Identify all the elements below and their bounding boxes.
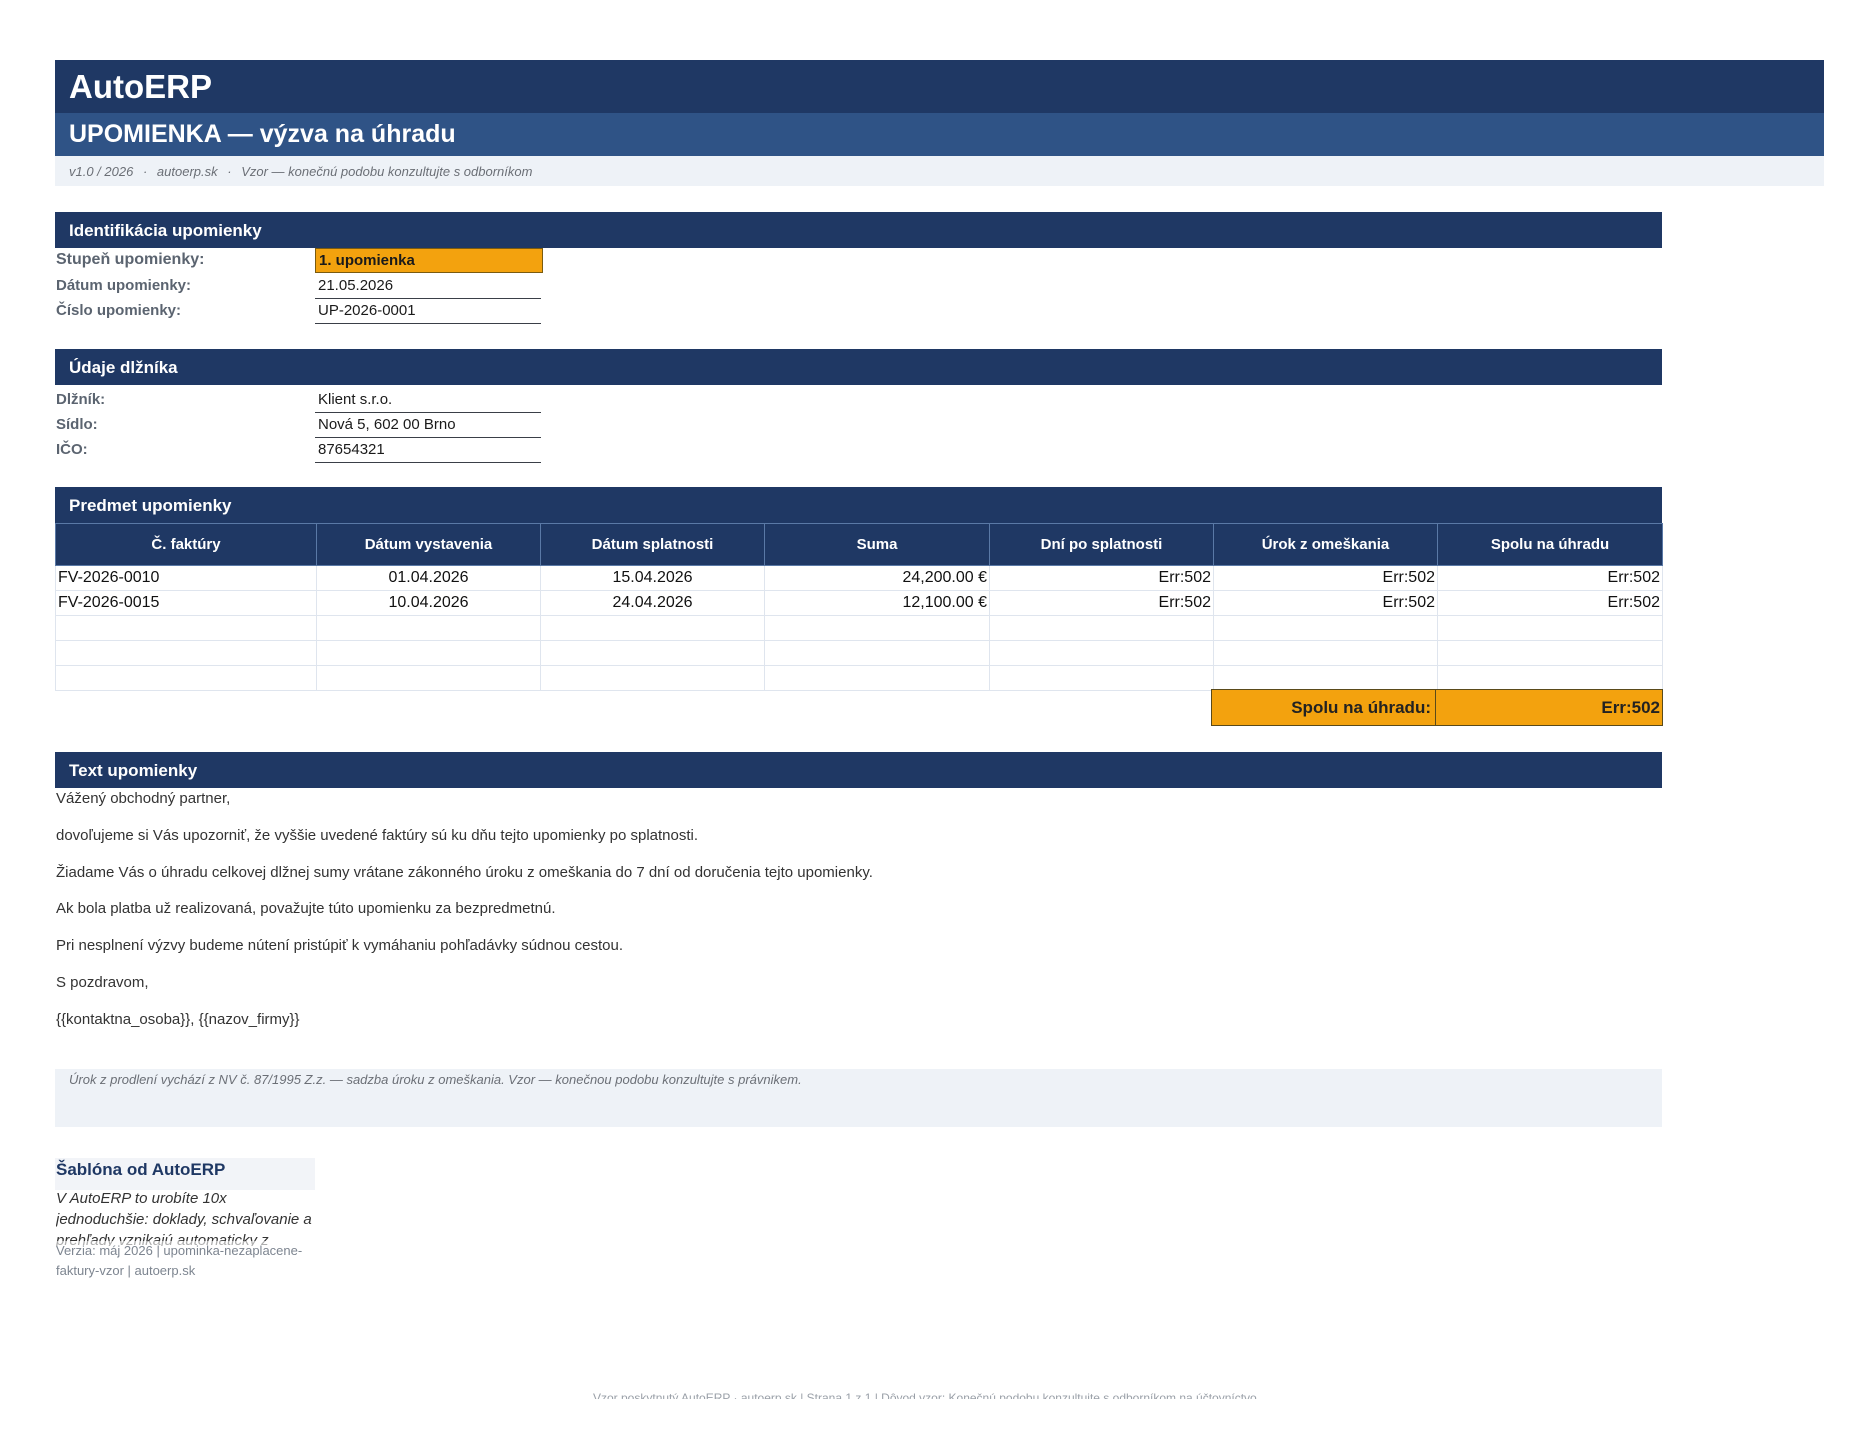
letter-paragraph: Ak bola platba už realizovaná, považujte… [56, 900, 556, 917]
table-cell[interactable]: FV-2026-0015 [55, 590, 317, 616]
table-cell[interactable]: 24.04.2026 [540, 590, 765, 616]
section-title: Identifikácia upomienky [69, 221, 262, 240]
section-title: Predmet upomienky [69, 496, 232, 515]
table-cell[interactable] [55, 640, 317, 666]
section-title: Údaje dlžníka [69, 358, 178, 377]
page-footer: Vzor poskytnutý AutoERP · autoerp.sk | S… [593, 1391, 1261, 1399]
table-cell[interactable]: Err:502 [989, 590, 1214, 616]
table-cell[interactable] [55, 615, 317, 641]
letter-paragraph: dovoľujeme si Vás upozorniť, že vyššie u… [56, 827, 699, 844]
column-header-interest: Úrok z omeškania [1213, 523, 1438, 566]
legal-note: Úrok z prodlení vychází z NV č. 87/1995 … [55, 1069, 1662, 1127]
field-label-level: Stupeň upomienky: [56, 251, 205, 268]
debtor-name-field[interactable]: Klient s.r.o. [315, 388, 541, 413]
section-header-letter: Text upomienky [55, 752, 1662, 788]
table-cell[interactable] [989, 615, 1214, 641]
table-cell[interactable]: 15.04.2026 [540, 565, 765, 591]
table-cell[interactable] [1213, 615, 1438, 641]
table-cell[interactable]: Err:502 [1437, 590, 1663, 616]
section-header-debtor: Údaje dlžníka [55, 349, 1662, 385]
column-header-issue-date: Dátum vystavenia [316, 523, 541, 566]
table-cell[interactable] [989, 640, 1214, 666]
letter-paragraph: S pozdravom, [56, 974, 149, 991]
table-cell[interactable] [764, 615, 990, 641]
table-row: FV-2026-0010 01.04.2026 15.04.2026 24,20… [55, 565, 1663, 591]
reminder-date-field[interactable]: 21.05.2026 [315, 274, 541, 299]
table-cell[interactable] [540, 615, 765, 641]
table-cell[interactable] [1213, 665, 1438, 691]
table-cell[interactable] [1437, 615, 1663, 641]
table-cell[interactable] [540, 665, 765, 691]
table-row-empty [55, 665, 1663, 691]
letter-paragraph: Vážený obchodný partner, [56, 790, 231, 807]
version-info: Verzia: máj 2026 | upominka-nezaplacene-… [56, 1241, 316, 1281]
reminder-level-field[interactable]: 1. upomienka [315, 248, 543, 273]
section-header-identification: Identifikácia upomienky [55, 212, 1662, 248]
table-cell[interactable]: 01.04.2026 [316, 565, 541, 591]
column-header-days-overdue: Dní po splatnosti [989, 523, 1214, 566]
table-cell[interactable] [55, 665, 317, 691]
table-row-empty [55, 615, 1663, 641]
disclaimer-text: Vzor — konečnú podobu konzultujte s odbo… [241, 164, 533, 179]
table-cell[interactable]: 10.04.2026 [316, 590, 541, 616]
column-header-total: Spolu na úhradu [1437, 523, 1663, 566]
table-row-empty [55, 640, 1663, 666]
table-cell[interactable]: Err:502 [989, 565, 1214, 591]
table-cell[interactable]: Err:502 [1213, 590, 1438, 616]
table-cell[interactable]: FV-2026-0010 [55, 565, 317, 591]
legal-note-text: Úrok z prodlení vychází z NV č. 87/1995 … [69, 1072, 802, 1087]
meta-separator: · [142, 164, 148, 179]
meta-bar: v1.0 / 2026 · autoerp.sk · Vzor — konečn… [55, 156, 1824, 186]
table-cell[interactable]: 24,200.00 € [764, 565, 990, 591]
table-cell[interactable] [1213, 640, 1438, 666]
table-cell[interactable]: Err:502 [1437, 565, 1663, 591]
field-label-number: Číslo upomienky: [56, 302, 182, 319]
reminder-number-field[interactable]: UP-2026-0001 [315, 299, 541, 324]
column-header-due-date: Dátum splatnosti [540, 523, 765, 566]
letter-paragraph: Žiadame Vás o úhradu celkovej dlžnej sum… [56, 864, 873, 881]
invoice-table: Č. faktúry Dátum vystavenia Dátum splatn… [55, 523, 1663, 691]
table-cell[interactable] [989, 665, 1214, 691]
meta-separator: · [227, 164, 232, 179]
table-cell[interactable] [764, 640, 990, 666]
table-cell[interactable] [316, 640, 541, 666]
letter-paragraph: Pri nesplnení výzvy budeme nútení pristú… [56, 937, 623, 954]
field-label-debtor: Dlžník: [56, 391, 106, 408]
brand-name: AutoERP [69, 68, 212, 105]
table-cell[interactable] [540, 640, 765, 666]
table-cell[interactable] [316, 615, 541, 641]
field-label-ico: IČO: [56, 441, 88, 458]
debtor-ico-field[interactable]: 87654321 [315, 438, 541, 463]
field-label-date: Dátum upomienky: [56, 277, 192, 294]
section-title: Text upomienky [69, 761, 198, 780]
document-title: UPOMIENKA — výzva na úhradu [69, 120, 456, 148]
column-header-invoice-number: Č. faktúry [55, 523, 317, 566]
table-cell[interactable] [316, 665, 541, 691]
total-label-cell: Spolu na úhradu: [1211, 689, 1436, 726]
table-header-row: Č. faktúry Dátum vystavenia Dátum splatn… [55, 523, 1663, 566]
table-cell[interactable]: 12,100.00 € [764, 590, 990, 616]
debtor-address-field[interactable]: Nová 5, 602 00 Brno [315, 413, 541, 438]
signature-placeholder: {{kontaktna_osoba}}, {{nazov_firmy}} [56, 1011, 300, 1028]
promo-title: Šablóna od AutoERP [56, 1160, 226, 1179]
title-banner: UPOMIENKA — výzva na úhradu [55, 113, 1824, 156]
total-value-cell[interactable]: Err:502 [1435, 689, 1663, 726]
table-cell[interactable] [1437, 665, 1663, 691]
promo-text: V AutoERP to urobíte 10x jednoduchšie: d… [56, 1190, 312, 1246]
column-header-amount: Suma [764, 523, 990, 566]
table-row: FV-2026-0015 10.04.2026 24.04.2026 12,10… [55, 590, 1663, 616]
brand-banner: AutoERP [55, 60, 1824, 113]
table-cell[interactable] [764, 665, 990, 691]
table-cell[interactable] [1437, 640, 1663, 666]
website-text: autoerp.sk [156, 164, 218, 179]
table-cell[interactable]: Err:502 [1213, 565, 1438, 591]
section-header-subject: Predmet upomienky [55, 487, 1662, 523]
field-label-address: Sídlo: [56, 416, 98, 433]
version-text: v1.0 / 2026 [69, 164, 134, 179]
